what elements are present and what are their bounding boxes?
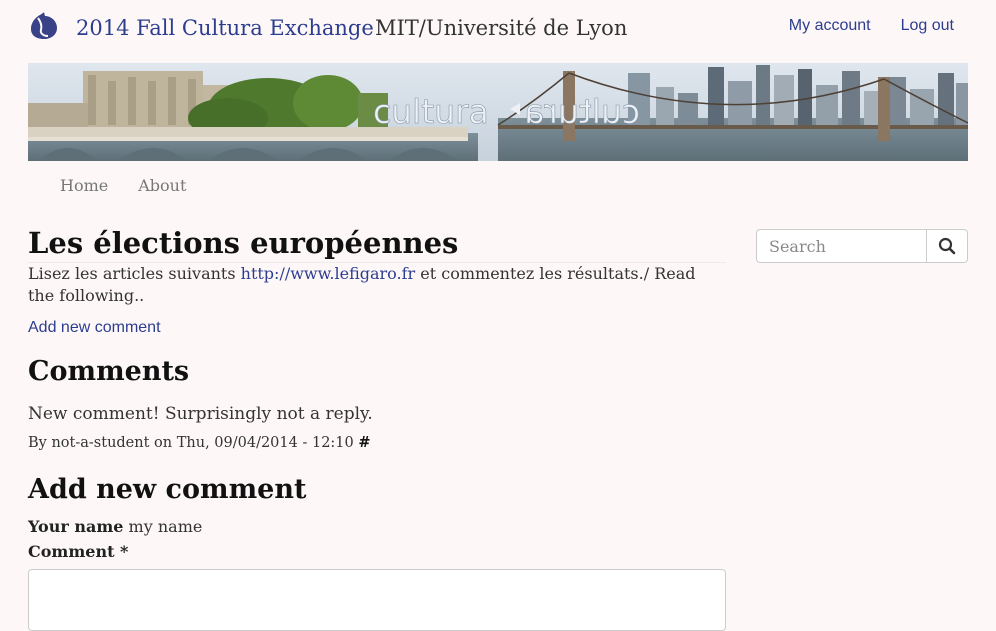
site-header: 2014 Fall Cultura Exchange MIT/Universit…	[0, 0, 996, 60]
add-comment-heading: Add new comment	[28, 474, 307, 505]
banner-logo-text: cultura	[373, 92, 489, 131]
comment-submitted: By not-a-student on Thu, 09/04/2014 - 12…	[28, 435, 359, 451]
site-slogan: MIT/Université de Lyon	[375, 16, 628, 40]
site-logo-icon[interactable]	[30, 12, 58, 40]
log-out-link[interactable]: Log out	[901, 17, 954, 35]
search-button[interactable]	[926, 229, 968, 263]
comment-item: New comment! Surprisingly not a reply. B…	[28, 402, 726, 451]
search-form	[756, 229, 968, 265]
article-body-intro: Lisez les articles suivants	[28, 264, 241, 283]
search-icon	[938, 237, 956, 255]
lefigaro-link[interactable]: http://www.lefigaro.fr	[241, 264, 416, 283]
comments-heading: Comments	[28, 356, 190, 387]
site-name-link[interactable]: 2014 Fall Cultura Exchange	[76, 16, 374, 40]
page-title: Les élections européennes	[28, 224, 726, 263]
comment-meta: By not-a-student on Thu, 09/04/2014 - 12…	[28, 434, 726, 451]
comment-label: Comment *	[28, 542, 129, 561]
main-content: Les élections européennes Lisez les arti…	[28, 224, 726, 631]
name-field: Your name my name	[28, 517, 726, 536]
my-account-link[interactable]: My account	[789, 17, 871, 35]
user-menu: My account Log out	[789, 17, 954, 35]
article-body: Lisez les articles suivants http://www.l…	[28, 263, 726, 307]
banner-panorama: cultura cultura	[28, 63, 968, 161]
nav-about-link[interactable]: About	[138, 176, 186, 195]
comment-body: New comment! Surprisingly not a reply.	[28, 404, 373, 424]
comment-permalink[interactable]: #	[358, 434, 370, 451]
name-label: Your name	[28, 517, 124, 536]
name-value: my name	[128, 517, 203, 536]
banner-logo-text-mirror: cultura	[524, 92, 640, 131]
add-new-comment-link[interactable]: Add new comment	[28, 319, 161, 337]
nav-home-link[interactable]: Home	[60, 176, 108, 195]
search-input[interactable]	[756, 229, 926, 263]
header-banner-image: cultura cultura	[28, 63, 968, 161]
comment-textarea[interactable]	[28, 569, 726, 631]
main-navigation: Home About	[60, 176, 186, 195]
